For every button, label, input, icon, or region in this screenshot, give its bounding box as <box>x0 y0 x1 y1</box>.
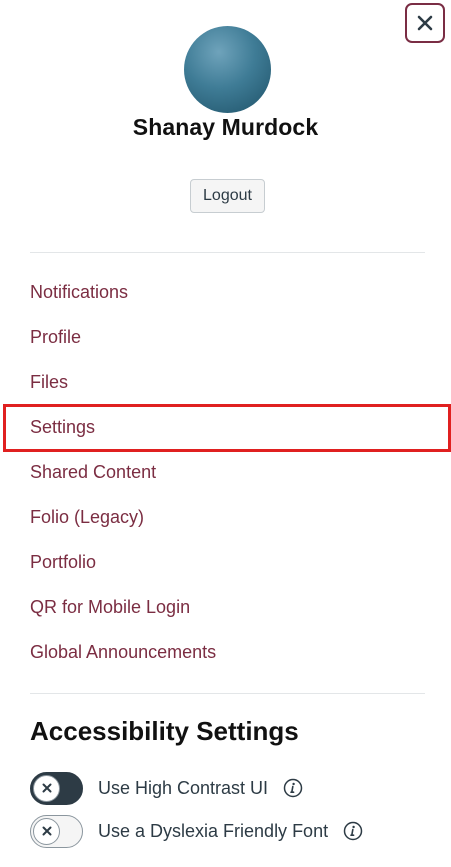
nav-item-profile[interactable]: Profile <box>30 321 216 366</box>
divider <box>30 252 425 253</box>
nav-item-portfolio[interactable]: Portfolio <box>30 546 216 591</box>
x-icon <box>42 826 51 836</box>
user-name: Shanay Murdock <box>132 114 319 140</box>
close-icon <box>417 15 433 31</box>
x-icon <box>42 783 51 793</box>
dyslexia-font-row: Use a Dyslexia Friendly Font <box>30 813 363 849</box>
accessibility-settings-heading: Accessibility Settings <box>30 716 299 746</box>
toggle-knob <box>33 774 60 802</box>
nav-item-settings[interactable]: Settings <box>30 411 216 456</box>
nav-item-global-announcements[interactable]: Global Announcements <box>30 636 216 681</box>
avatar <box>184 26 271 113</box>
high-contrast-row: Use High Contrast UI <box>30 770 303 806</box>
toggle-knob <box>33 817 60 845</box>
info-icon[interactable] <box>343 821 363 841</box>
high-contrast-toggle[interactable] <box>30 771 83 805</box>
close-button[interactable] <box>405 3 445 43</box>
high-contrast-label: Use High Contrast UI <box>98 777 269 798</box>
nav-item-folio-legacy[interactable]: Folio (Legacy) <box>30 501 216 546</box>
nav-item-shared-content[interactable]: Shared Content <box>30 456 216 501</box>
nav-item-files[interactable]: Files <box>30 366 216 411</box>
nav-item-qr-mobile-login[interactable]: QR for Mobile Login <box>30 591 216 636</box>
info-icon[interactable] <box>283 778 303 798</box>
divider <box>30 693 425 694</box>
logout-button[interactable]: Logout <box>190 179 265 213</box>
dyslexia-font-label: Use a Dyslexia Friendly Font <box>98 820 329 841</box>
nav-item-notifications[interactable]: Notifications <box>30 276 216 321</box>
nav-list: Notifications Profile Files Settings Sha… <box>30 276 216 681</box>
dyslexia-font-toggle[interactable] <box>30 814 83 848</box>
